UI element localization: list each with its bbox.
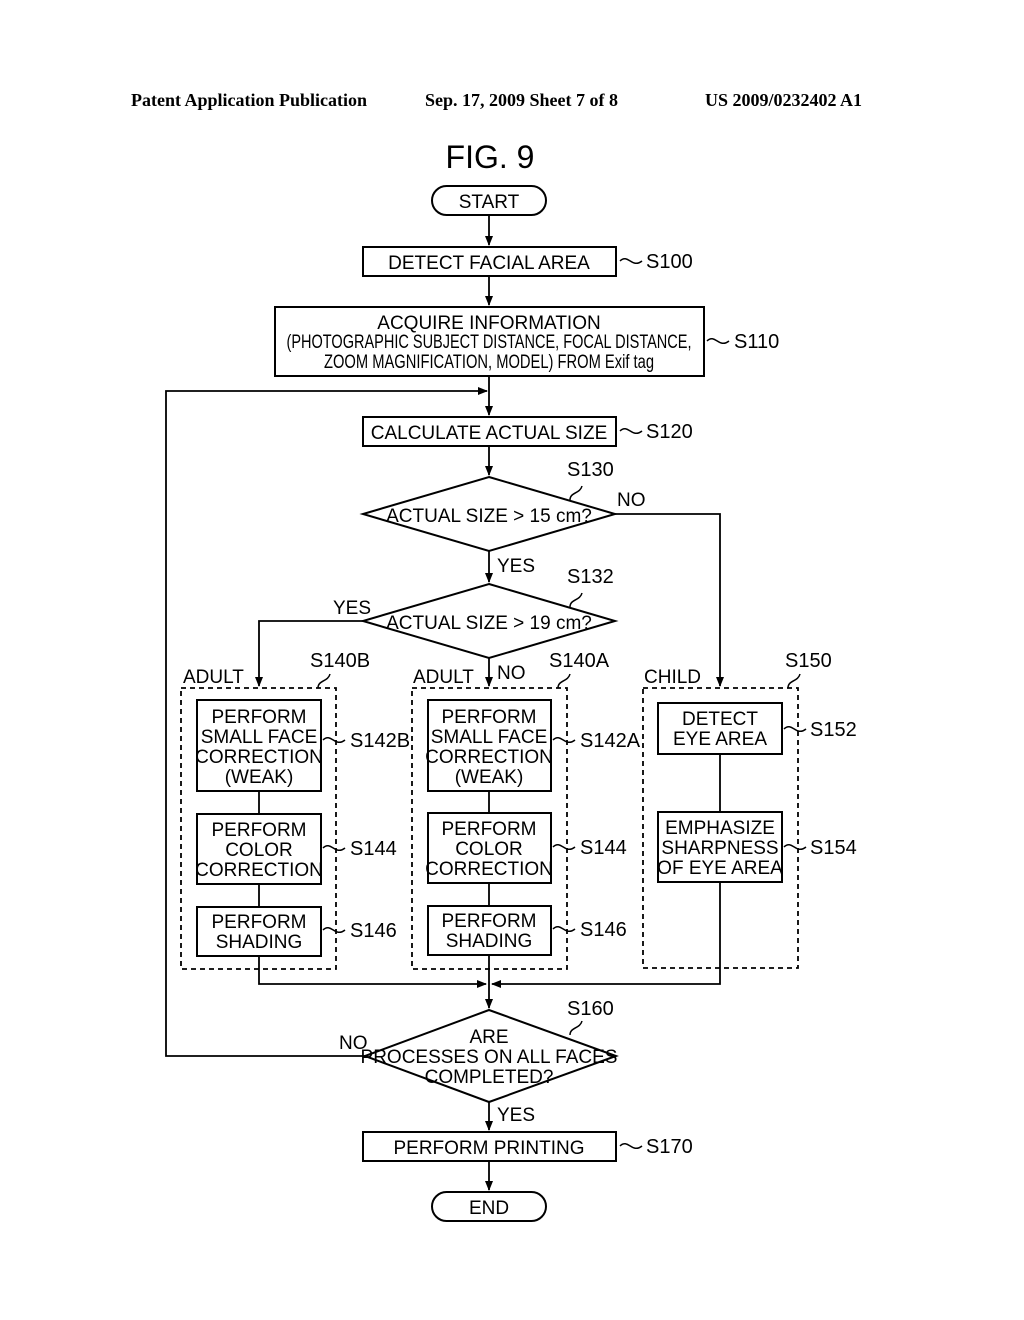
group-label: CHILD	[644, 667, 701, 688]
start-label: START	[459, 192, 520, 213]
ref-label: S146	[580, 919, 627, 941]
decision-label: ACTUAL SIZE > 19 cm?	[386, 613, 592, 634]
ref-label: S152	[810, 719, 857, 741]
flowchart: FIG. 9 START DETECT FACIAL AREA S100 ACQ…	[165, 139, 857, 1222]
ref-leader	[557, 673, 571, 689]
step-label-line: (WEAK)	[455, 767, 524, 788]
figure-title: FIG. 9	[446, 139, 535, 175]
decision-label: ACTUAL SIZE > 15 cm?	[386, 506, 592, 527]
step-label-line: PERFORM	[442, 911, 537, 932]
step-s170: PERFORM PRINTING S170	[362, 1131, 693, 1162]
step-label: CALCULATE ACTUAL SIZE	[371, 423, 608, 444]
step-label-line: COLOR	[455, 839, 523, 860]
ref-leader	[787, 673, 801, 689]
ref-label: S144	[350, 838, 397, 860]
decision-s130: ACTUAL SIZE > 15 cm? S130 NO YES	[359, 459, 646, 577]
ref-leader	[619, 258, 643, 264]
step-label-line: (PHOTOGRAPHIC SUBJECT DISTANCE, FOCAL DI…	[287, 332, 692, 353]
step-label-line: CORRECTION	[425, 859, 553, 880]
step-label-line: COLOR	[225, 840, 293, 861]
group-s140b: ADULT S140B PERFORM SMALL FACE CORRECTIO…	[180, 650, 410, 970]
step-label-line: PERFORM	[212, 820, 307, 841]
ref-label: S160	[567, 998, 614, 1020]
decision-label-line: COMPLETED?	[425, 1067, 554, 1088]
ref-label: S130	[567, 459, 614, 481]
end-terminal: END	[431, 1191, 547, 1222]
ref-label: S146	[350, 920, 397, 942]
ref-label: S154	[810, 837, 857, 859]
ref-label: S140A	[549, 650, 610, 672]
step-label: DETECT FACIAL AREA	[388, 253, 590, 274]
decision-label-line: ARE	[469, 1027, 508, 1048]
ref-label: S100	[646, 251, 693, 273]
ref-leader	[783, 726, 807, 732]
merge-connector-left	[258, 956, 487, 988]
ref-label: S120	[646, 421, 693, 443]
step-s110: ACQUIRE INFORMATION (PHOTOGRAPHIC SUBJEC…	[274, 306, 779, 377]
ref-leader	[317, 673, 331, 689]
ref-label: S132	[567, 566, 614, 588]
group-s140a: ADULT S140A PERFORM SMALL FACE CORRECTIO…	[411, 650, 641, 970]
ref-label: S140B	[310, 650, 370, 672]
ref-label: S142B	[350, 730, 410, 752]
ref-leader	[322, 927, 346, 933]
ref-leader	[569, 1020, 583, 1036]
step-label-line: EYE AREA	[673, 729, 767, 750]
step-label-line: SHADING	[216, 932, 303, 953]
no-label: NO	[339, 1033, 368, 1054]
ref-label: S110	[734, 331, 779, 353]
step-label-line: ZOOM MAGNIFICATION, MODEL) FROM Exif tag	[324, 352, 654, 373]
step-label-line: SHADING	[446, 931, 533, 952]
step-label-line: CORRECTION	[195, 747, 323, 768]
no-label: NO	[497, 663, 526, 684]
decision-s160: ARE PROCESSES ON ALL FACES COMPLETED? S1…	[339, 998, 619, 1126]
step-label-line: EMPHASIZE	[665, 818, 775, 839]
step-s120: CALCULATE ACTUAL SIZE S120	[362, 416, 693, 447]
step-s100: DETECT FACIAL AREA S100	[362, 246, 693, 277]
step-label-line: SHARPNESS	[661, 838, 778, 859]
yes-label: YES	[497, 556, 535, 577]
step-label-line: (WEAK)	[225, 767, 294, 788]
group-label: ADULT	[413, 667, 474, 688]
ref-leader	[552, 737, 576, 743]
start-terminal: START	[431, 185, 547, 216]
step-label: PERFORM PRINTING	[393, 1138, 584, 1159]
step-label-line: PERFORM	[442, 707, 537, 728]
ref-leader	[706, 338, 730, 344]
ref-label: S144	[580, 837, 627, 859]
step-label-line: PERFORM	[442, 819, 537, 840]
ref-leader	[619, 1143, 643, 1149]
no-label: NO	[617, 490, 646, 511]
ref-leader	[783, 844, 807, 850]
ref-leader	[569, 485, 583, 501]
ref-leader	[552, 844, 576, 850]
ref-label: S170	[646, 1136, 693, 1158]
group-s150: CHILD S150 DETECT EYE AREA S152 EMPHASIZ…	[642, 650, 857, 969]
yes-label: YES	[333, 598, 371, 619]
step-label-line: SMALL FACE	[431, 727, 548, 748]
ref-label: S142A	[580, 730, 641, 752]
step-label-line: PERFORM	[212, 707, 307, 728]
decision-label-line: PROCESSES ON ALL FACES	[361, 1047, 618, 1068]
ref-label: S150	[785, 650, 832, 672]
end-label: END	[469, 1198, 509, 1219]
yes-label: YES	[497, 1105, 535, 1126]
step-label-line: DETECT	[682, 709, 758, 730]
ref-leader	[619, 428, 643, 434]
step-label-line: CORRECTION	[425, 747, 553, 768]
step-label-line: PERFORM	[212, 912, 307, 933]
ref-leader	[322, 845, 346, 851]
no-branch-connector	[615, 513, 724, 687]
ref-leader	[322, 737, 346, 743]
group-label: ADULT	[183, 667, 244, 688]
step-label-line: OF EYE AREA	[657, 858, 783, 879]
ref-leader	[552, 926, 576, 932]
ref-leader	[569, 592, 583, 608]
step-label-line: ACQUIRE INFORMATION	[377, 313, 600, 334]
step-label-line: SMALL FACE	[201, 727, 318, 748]
step-label-line: CORRECTION	[195, 860, 323, 881]
